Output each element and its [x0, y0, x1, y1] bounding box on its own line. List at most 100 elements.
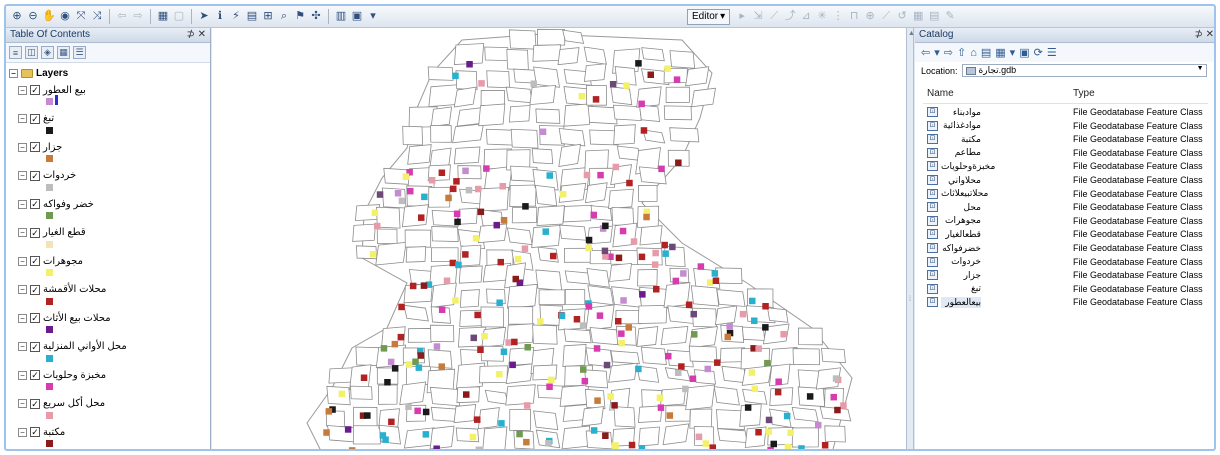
- poi-marker[interactable]: [651, 261, 659, 268]
- poi-marker[interactable]: [323, 429, 330, 436]
- poi-marker[interactable]: [391, 340, 399, 348]
- poi-marker[interactable]: [428, 177, 436, 184]
- poi-marker[interactable]: [767, 446, 774, 451]
- poi-marker[interactable]: [653, 286, 660, 293]
- poi-marker[interactable]: [417, 352, 425, 359]
- poi-marker[interactable]: [472, 235, 480, 242]
- poi-marker[interactable]: [612, 442, 619, 450]
- list-by-selection-icon[interactable]: ▦: [57, 46, 70, 59]
- chevron-down-icon[interactable]: ▼: [1197, 65, 1204, 72]
- zoom-in-icon[interactable]: ⊕: [10, 10, 24, 24]
- poi-marker[interactable]: [415, 364, 423, 371]
- poi-marker[interactable]: [638, 445, 646, 451]
- back-icon[interactable]: ⇦: [115, 10, 129, 24]
- layer-visibility-checkbox[interactable]: ✓: [30, 427, 40, 437]
- poi-marker[interactable]: [675, 159, 682, 167]
- poi-marker[interactable]: [550, 252, 557, 260]
- back-icon[interactable]: ⇦: [921, 46, 930, 59]
- poi-marker[interactable]: [709, 444, 717, 451]
- catalog-item[interactable]: ⊡ قطعالغيار File Geodatabase Feature Class: [927, 228, 1203, 240]
- poi-marker[interactable]: [661, 241, 668, 249]
- poi-marker[interactable]: [762, 303, 769, 310]
- up-one-level-icon[interactable]: ⇧: [957, 46, 966, 59]
- poi-marker[interactable]: [450, 185, 457, 193]
- catalog-item[interactable]: ⊡ بيعالعطور File Geodatabase Feature Class: [927, 296, 1203, 308]
- catalog-item[interactable]: ⊡ موادبناء File Geodatabase Feature Class: [927, 106, 1203, 118]
- poi-marker[interactable]: [840, 402, 847, 409]
- poi-marker[interactable]: [724, 333, 732, 341]
- map-canvas[interactable]: [212, 28, 906, 451]
- layer-item[interactable]: − ✓ مكتبة: [18, 425, 65, 439]
- fixed-zoom-in-icon[interactable]: ⤧: [74, 10, 88, 24]
- poi-marker[interactable]: [497, 258, 505, 266]
- options-icon[interactable]: ☰: [73, 46, 86, 59]
- poi-marker[interactable]: [369, 251, 377, 258]
- poi-marker[interactable]: [581, 377, 589, 385]
- poi-marker[interactable]: [449, 259, 457, 267]
- edit-vertices-icon[interactable]: ⋮: [831, 10, 845, 24]
- poi-marker[interactable]: [445, 194, 452, 202]
- column-header-name[interactable]: Name: [927, 88, 954, 102]
- splitter-grip-icon[interactable]: ⁞: [909, 296, 911, 303]
- poi-marker[interactable]: [546, 383, 553, 391]
- poi-marker[interactable]: [414, 407, 421, 415]
- poi-marker[interactable]: [545, 440, 552, 447]
- poi-marker[interactable]: [455, 261, 462, 269]
- poi-marker[interactable]: [371, 209, 379, 217]
- poi-marker[interactable]: [478, 80, 485, 87]
- poi-marker[interactable]: [620, 297, 627, 304]
- poi-marker[interactable]: [749, 297, 756, 305]
- poi-marker[interactable]: [697, 263, 705, 270]
- poi-marker[interactable]: [530, 80, 538, 88]
- collapse-icon[interactable]: −: [18, 228, 27, 237]
- layer-symbol-swatch[interactable]: [46, 383, 53, 390]
- layer-item[interactable]: − ✓ محل أكل سريع: [18, 397, 105, 411]
- poi-marker[interactable]: [498, 420, 505, 427]
- poi-marker[interactable]: [690, 310, 698, 318]
- poi-marker[interactable]: [590, 427, 598, 434]
- layer-symbol-swatch[interactable]: [46, 326, 53, 333]
- poi-marker[interactable]: [751, 317, 758, 325]
- poi-marker[interactable]: [834, 406, 841, 414]
- select-features-icon[interactable]: ▦: [156, 10, 170, 24]
- poi-marker[interactable]: [726, 322, 733, 330]
- pin-icon[interactable]: ⊅: [186, 29, 194, 40]
- poi-marker[interactable]: [813, 450, 820, 451]
- poi-marker[interactable]: [548, 376, 555, 384]
- poi-marker[interactable]: [619, 227, 627, 235]
- layer-symbol-swatch[interactable]: [46, 155, 53, 162]
- create-viewer-icon[interactable]: ▣: [350, 10, 364, 24]
- layer-visibility-checkbox[interactable]: ✓: [30, 398, 40, 409]
- poi-marker[interactable]: [521, 245, 529, 252]
- poi-marker[interactable]: [379, 432, 387, 439]
- toolbar-options-icon[interactable]: ▾: [366, 10, 380, 24]
- poi-marker[interactable]: [748, 369, 756, 376]
- poi-marker[interactable]: [603, 361, 611, 369]
- poi-marker[interactable]: [689, 375, 697, 383]
- poi-marker[interactable]: [420, 282, 428, 289]
- poi-marker[interactable]: [602, 253, 609, 260]
- poi-marker[interactable]: [394, 190, 402, 197]
- poi-marker[interactable]: [628, 441, 636, 449]
- catalog-item[interactable]: ⊡ خردوات File Geodatabase Feature Class: [927, 256, 1203, 268]
- catalog-item[interactable]: ⊡ مطاعم File Geodatabase Feature Class: [927, 147, 1203, 159]
- poi-marker[interactable]: [783, 412, 791, 420]
- poi-marker[interactable]: [691, 331, 698, 338]
- refresh-icon[interactable]: ⟳: [1034, 46, 1043, 59]
- poi-marker[interactable]: [542, 228, 550, 235]
- layer-symbol-swatch[interactable]: [46, 183, 53, 191]
- connect-folder-icon[interactable]: ▤: [981, 46, 991, 59]
- poi-marker[interactable]: [658, 165, 665, 173]
- poi-marker[interactable]: [546, 172, 554, 179]
- poi-marker[interactable]: [523, 438, 530, 446]
- poi-marker[interactable]: [623, 82, 630, 89]
- poi-marker[interactable]: [815, 421, 822, 429]
- poi-marker[interactable]: [711, 270, 719, 277]
- poi-marker[interactable]: [806, 393, 814, 400]
- poi-marker[interactable]: [744, 404, 752, 411]
- collapse-icon[interactable]: −: [18, 427, 27, 437]
- layer-item[interactable]: − ✓ بيع العطور: [18, 83, 86, 97]
- poi-marker[interactable]: [665, 352, 672, 360]
- poi-marker[interactable]: [470, 334, 478, 342]
- poi-marker[interactable]: [405, 361, 413, 368]
